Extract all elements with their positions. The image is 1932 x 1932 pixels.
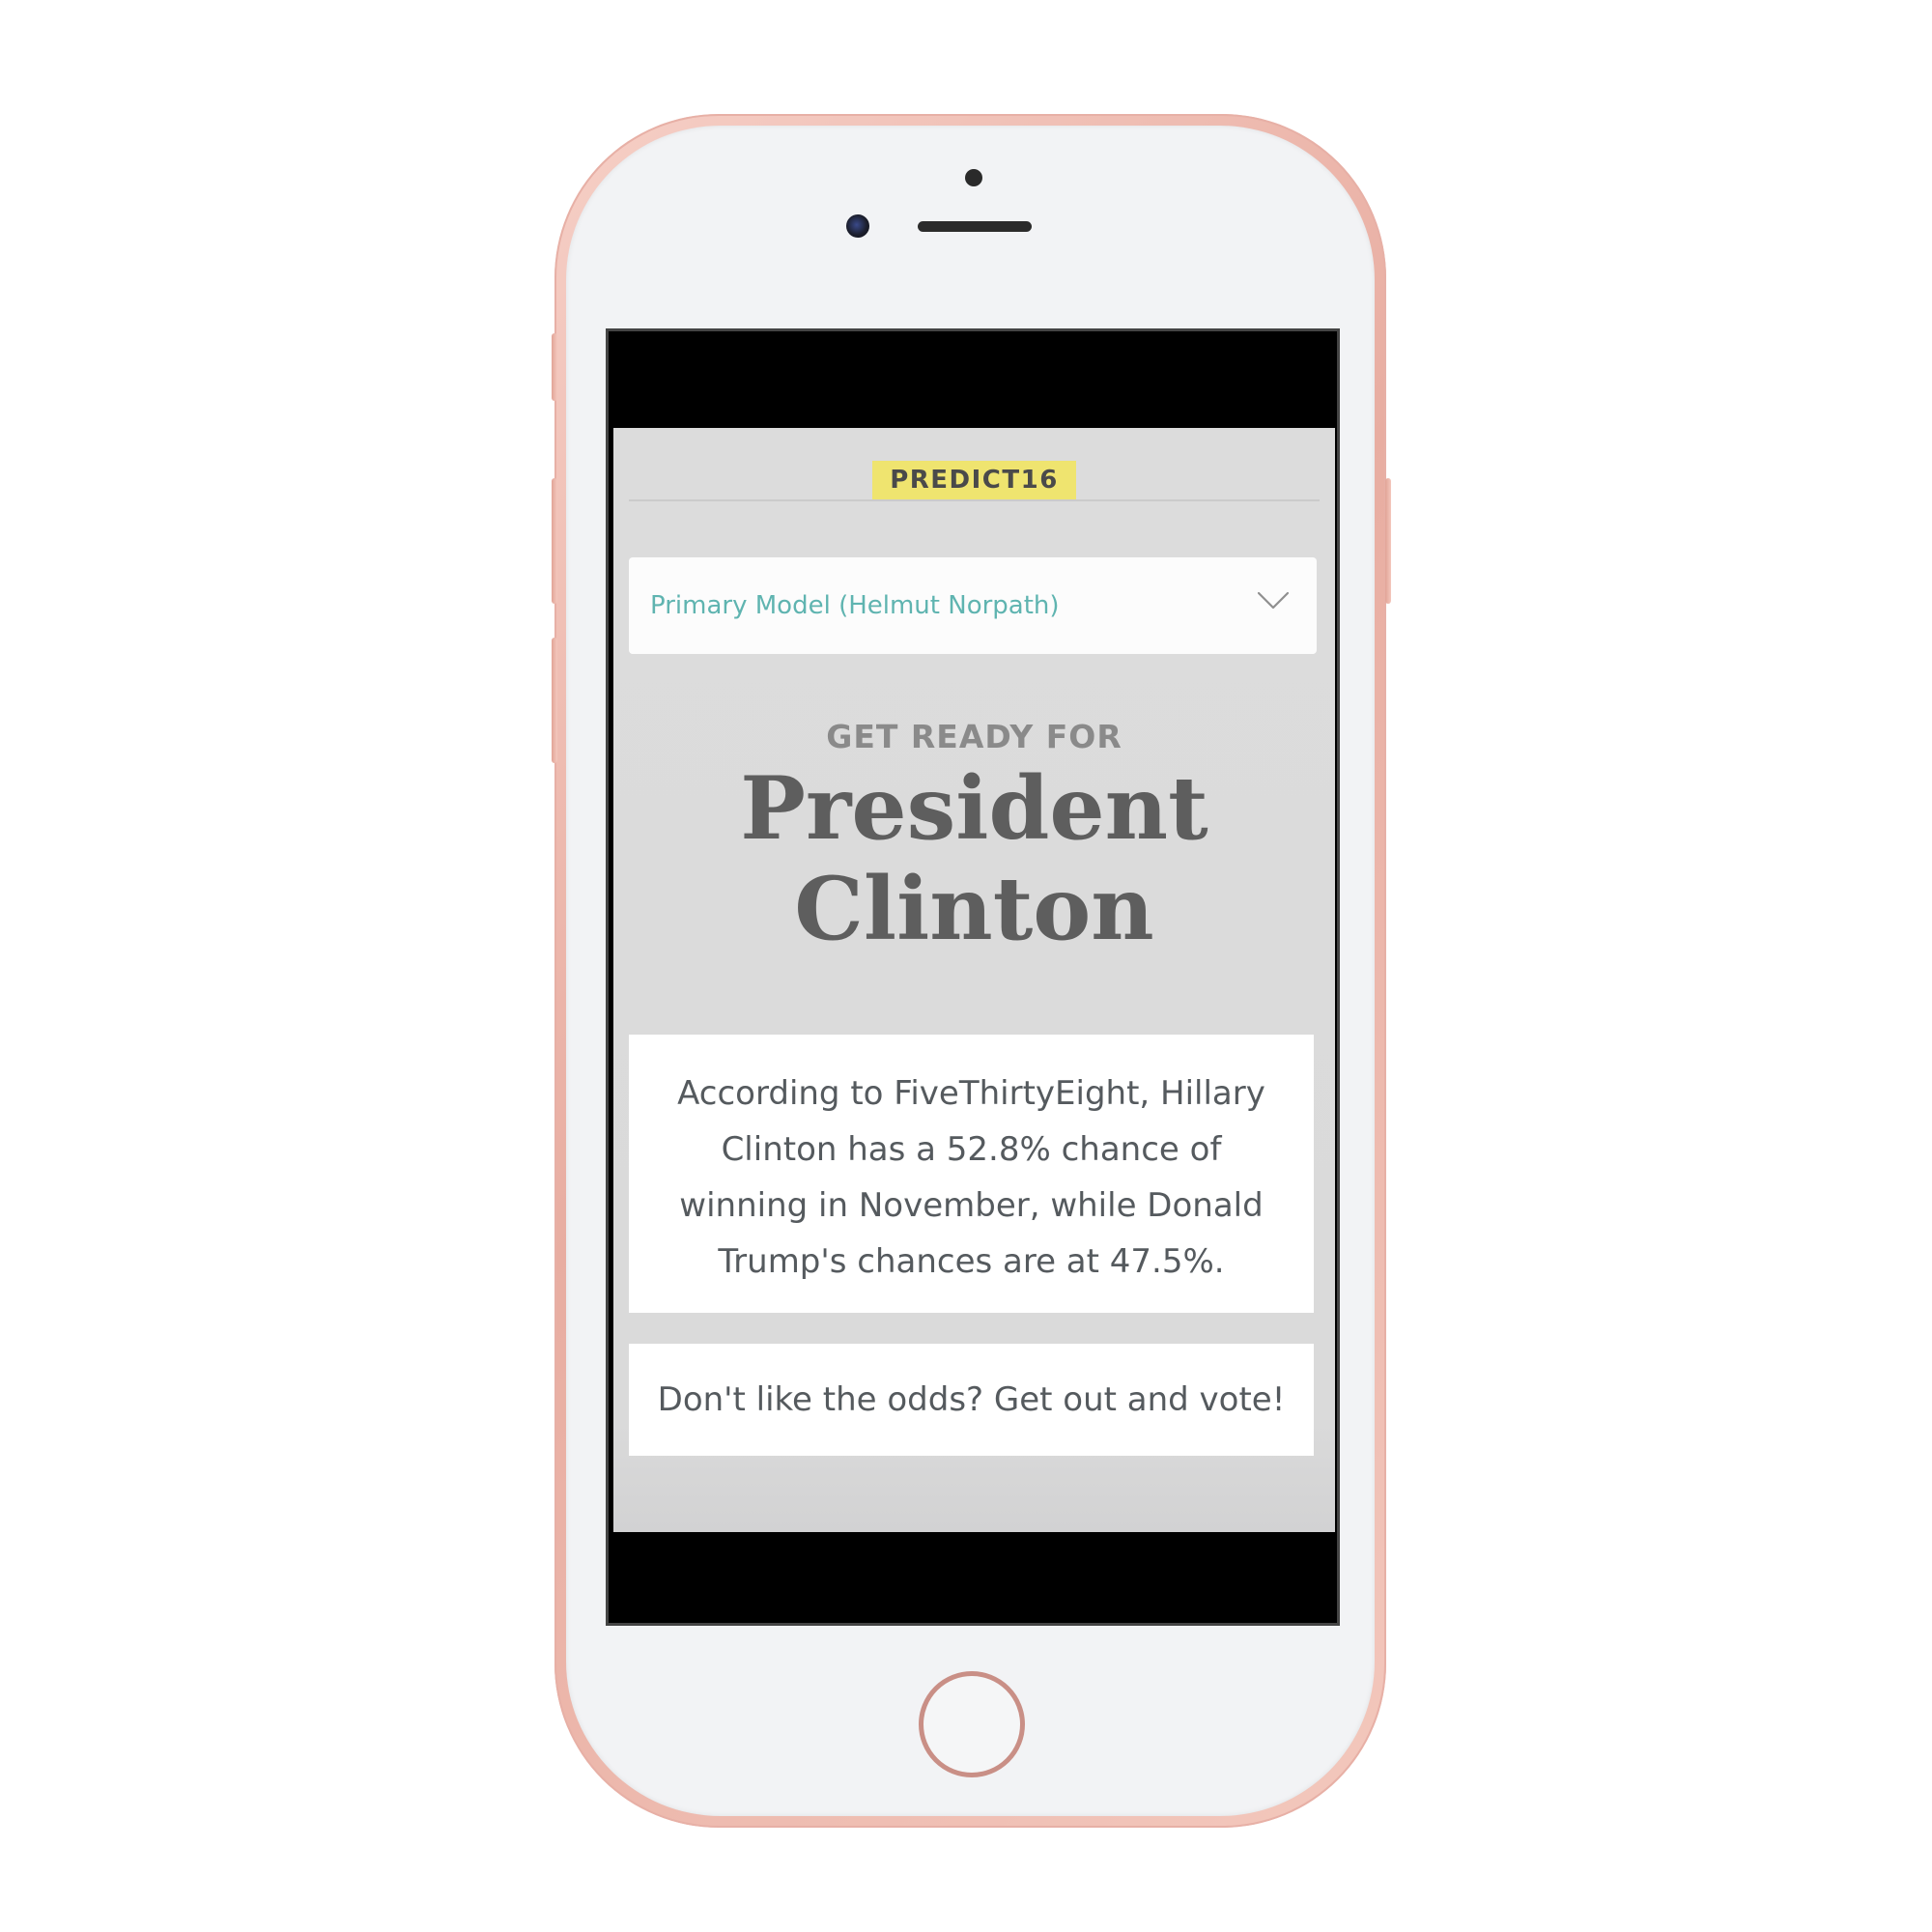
earpiece-speaker: [918, 221, 1032, 232]
power-button: [1385, 478, 1391, 604]
headline-kicker: GET READY FOR: [826, 718, 1122, 755]
phone-screen: PREDICT16 Primary Model (Helmut Norpath)…: [606, 328, 1340, 1626]
app-view: PREDICT16 Primary Model (Helmut Norpath)…: [613, 428, 1335, 1532]
brand-logo[interactable]: PREDICT16: [872, 461, 1076, 499]
chevron-down-icon: [1257, 591, 1290, 610]
volume-up-button: [552, 478, 557, 604]
proximity-sensor: [965, 169, 982, 186]
headline-line-1: President: [740, 757, 1208, 860]
model-select[interactable]: Primary Model (Helmut Norpath): [629, 557, 1317, 654]
headline-line-2: Clinton: [794, 858, 1154, 960]
odds-card: According to FiveThirtyEight, Hillary Cl…: [629, 1035, 1314, 1313]
mute-switch: [552, 333, 557, 401]
volume-down-button: [552, 638, 557, 763]
front-camera: [846, 214, 869, 238]
headline: President Clinton: [613, 758, 1335, 959]
home-button[interactable]: [919, 1671, 1025, 1777]
vote-cta-card: Don't like the odds? Get out and vote!: [629, 1344, 1314, 1456]
model-select-value: Primary Model (Helmut Norpath): [650, 591, 1060, 620]
brand-header: PREDICT16: [629, 461, 1320, 501]
